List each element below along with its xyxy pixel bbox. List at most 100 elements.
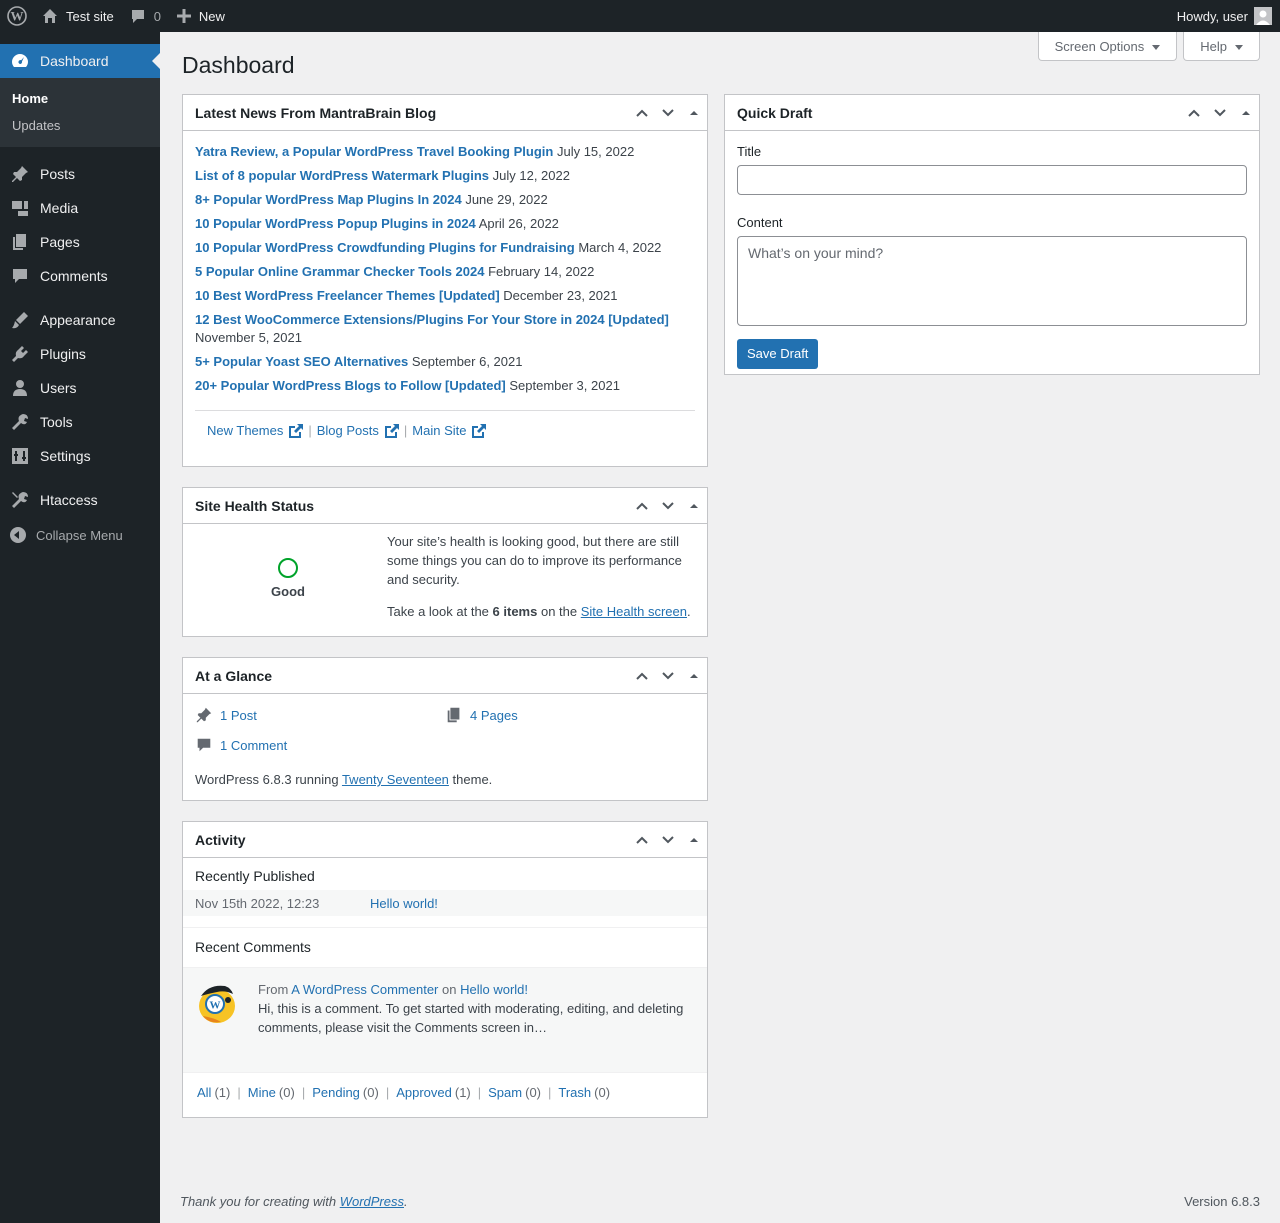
news-link[interactable]: 10 Best WordPress Freelancer Themes [Upd… bbox=[195, 288, 500, 303]
footer-text: . bbox=[404, 1194, 408, 1209]
menu-htaccess[interactable]: Htaccess bbox=[0, 483, 160, 517]
news-footer-links: New Themes | Blog Posts | Main Site bbox=[195, 410, 695, 450]
tools-icon bbox=[12, 492, 28, 508]
filter-pending[interactable]: Pending bbox=[312, 1085, 360, 1100]
news-link[interactable]: 12 Best WooCommerce Extensions/Plugins F… bbox=[195, 312, 669, 327]
site-name-link[interactable]: Test site bbox=[34, 0, 122, 32]
menu-media[interactable]: Media bbox=[0, 191, 160, 225]
theme-link[interactable]: Twenty Seventeen bbox=[342, 772, 449, 787]
at-a-glance-header: At a Glance bbox=[183, 658, 707, 694]
help-button[interactable]: Help bbox=[1183, 32, 1260, 61]
submenu-home[interactable]: Home bbox=[0, 85, 160, 112]
news-link[interactable]: 8+ Popular WordPress Map Plugins In 2024 bbox=[195, 192, 462, 207]
menu-plugins[interactable]: Plugins bbox=[0, 337, 160, 371]
comment-post-link[interactable]: Hello world! bbox=[460, 982, 528, 997]
posts-count-link[interactable]: 1 Post bbox=[220, 708, 257, 723]
filter-count: (0) bbox=[525, 1085, 541, 1100]
new-themes-link[interactable]: New Themes bbox=[207, 423, 304, 438]
screen-options-button[interactable]: Screen Options bbox=[1037, 32, 1178, 61]
move-down-button[interactable] bbox=[655, 658, 681, 694]
draft-content-textarea[interactable]: What’s on your mind? bbox=[737, 236, 1247, 326]
toggle-panel-button[interactable] bbox=[681, 658, 707, 694]
menu-pages[interactable]: Pages bbox=[0, 225, 160, 259]
news-item: Yatra Review, a Popular WordPress Travel… bbox=[195, 140, 695, 164]
move-up-button[interactable] bbox=[1181, 95, 1207, 131]
svg-text:W: W bbox=[210, 1000, 221, 1012]
blog-posts-link[interactable]: Blog Posts bbox=[317, 423, 399, 438]
news-link[interactable]: 5 Popular Online Grammar Checker Tools 2… bbox=[195, 264, 484, 279]
my-account[interactable]: Howdy, user bbox=[1177, 7, 1280, 25]
new-content-link[interactable]: New bbox=[169, 0, 233, 32]
move-up-button[interactable] bbox=[629, 95, 655, 131]
draft-title-input[interactable] bbox=[737, 165, 1247, 195]
filter-count: (0) bbox=[278, 1085, 295, 1100]
menu-appearance[interactable]: Appearance bbox=[0, 303, 160, 337]
submenu-updates[interactable]: Updates bbox=[0, 112, 160, 139]
menu-dashboard[interactable]: Dashboard bbox=[0, 44, 160, 78]
paintbrush-icon bbox=[12, 312, 28, 329]
main-site-link[interactable]: Main Site bbox=[412, 423, 487, 438]
news-widget: Latest News From MantraBrain Blog Yatra … bbox=[182, 94, 708, 467]
filter-all[interactable]: All bbox=[197, 1085, 211, 1100]
news-link[interactable]: 20+ Popular WordPress Blogs to Follow [U… bbox=[195, 378, 506, 393]
external-link-icon bbox=[289, 423, 304, 438]
move-down-button[interactable] bbox=[655, 822, 681, 858]
new-label: New bbox=[198, 8, 225, 24]
news-link[interactable]: 10 Popular WordPress Crowdfunding Plugin… bbox=[195, 240, 575, 255]
wp-logo-icon[interactable]: W bbox=[0, 0, 34, 32]
move-up-button[interactable] bbox=[629, 658, 655, 694]
menu-settings[interactable]: Settings bbox=[0, 439, 160, 473]
comments-count: 0 bbox=[153, 8, 161, 24]
menu-users[interactable]: Users bbox=[0, 371, 160, 405]
screen-options-label: Screen Options bbox=[1054, 38, 1145, 54]
filter-mine[interactable]: Mine bbox=[248, 1085, 276, 1100]
commenter-link[interactable]: A WordPress Commenter bbox=[291, 982, 438, 997]
comments-count-link[interactable]: 1 Comment bbox=[220, 738, 287, 753]
move-down-button[interactable] bbox=[655, 95, 681, 131]
news-item: 5 Popular Online Grammar Checker Tools 2… bbox=[195, 260, 695, 284]
move-up-button[interactable] bbox=[629, 822, 655, 858]
user-avatar bbox=[1254, 7, 1272, 25]
toggle-panel-button[interactable] bbox=[1233, 95, 1259, 131]
toggle-panel-button[interactable] bbox=[681, 488, 707, 524]
pages-count-link[interactable]: 4 Pages bbox=[470, 708, 518, 723]
save-draft-button[interactable]: Save Draft bbox=[737, 339, 819, 369]
news-date: July 15, 2022 bbox=[556, 144, 635, 159]
activity-widget: Activity Recently Published Nov 15th 202… bbox=[182, 821, 708, 1118]
move-down-button[interactable] bbox=[655, 488, 681, 524]
filter-approved[interactable]: Approved bbox=[396, 1085, 452, 1100]
news-date: September 6, 2021 bbox=[411, 354, 523, 369]
collapse-menu-button[interactable]: Collapse Menu bbox=[0, 518, 160, 552]
filter-spam[interactable]: Spam bbox=[488, 1085, 522, 1100]
news-link[interactable]: List of 8 popular WordPress Watermark Pl… bbox=[195, 168, 489, 183]
collapse-icon bbox=[10, 527, 26, 543]
menu-tools[interactable]: Tools bbox=[0, 405, 160, 439]
site-name: Test site bbox=[66, 8, 114, 24]
filter-trash[interactable]: Trash bbox=[558, 1085, 591, 1100]
move-down-button[interactable] bbox=[1207, 95, 1233, 131]
collapse-label: Collapse Menu bbox=[36, 527, 123, 543]
menu-comments-label: Comments bbox=[40, 268, 108, 284]
news-date: July 12, 2022 bbox=[492, 168, 570, 183]
chevron-up-icon bbox=[636, 502, 648, 510]
wordpress-link[interactable]: WordPress bbox=[340, 1194, 404, 1209]
toggle-panel-button[interactable] bbox=[681, 95, 707, 131]
title-label: Title bbox=[737, 144, 762, 159]
caret-down-icon bbox=[1235, 44, 1243, 50]
comment-icon bbox=[131, 10, 144, 23]
published-post-link[interactable]: Hello world! bbox=[370, 896, 438, 911]
news-widget-header: Latest News From MantraBrain Blog bbox=[183, 95, 707, 131]
menu-posts[interactable]: Posts bbox=[0, 157, 160, 191]
menu-comments[interactable]: Comments bbox=[0, 259, 160, 293]
external-link-icon bbox=[472, 423, 487, 438]
footer-thankyou: Thank you for creating with WordPress. bbox=[180, 1194, 408, 1209]
comments-link[interactable]: 0 bbox=[122, 0, 169, 32]
pages-icon bbox=[447, 707, 460, 723]
chevron-down-icon bbox=[662, 671, 674, 679]
site-health-link[interactable]: Site Health screen bbox=[581, 604, 687, 619]
move-up-button[interactable] bbox=[629, 488, 655, 524]
news-link[interactable]: 10 Popular WordPress Popup Plugins in 20… bbox=[195, 216, 476, 231]
news-link[interactable]: Yatra Review, a Popular WordPress Travel… bbox=[195, 144, 553, 159]
news-link[interactable]: 5+ Popular Yoast SEO Alternatives bbox=[195, 354, 408, 369]
toggle-panel-button[interactable] bbox=[681, 822, 707, 858]
